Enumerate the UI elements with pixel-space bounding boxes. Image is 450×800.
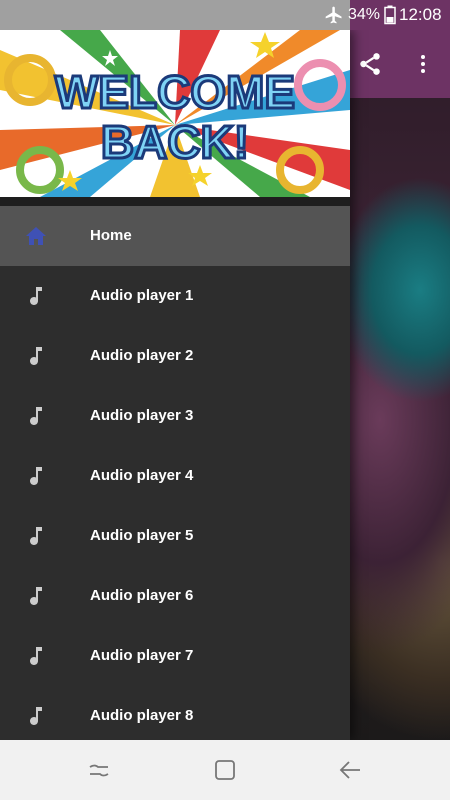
home-icon — [26, 227, 46, 245]
music-note-icon — [30, 707, 42, 725]
battery-icon — [384, 0, 396, 30]
recents-button[interactable] — [74, 740, 124, 800]
music-note-icon — [30, 407, 42, 425]
navigation-drawer: WELCOME BACK! Home Audio player 1 Audio … — [0, 30, 350, 740]
nav-item-label: Audio player 3 — [90, 407, 194, 424]
welcome-back-banner: WELCOME BACK! — [0, 30, 350, 197]
more-vert-icon — [421, 55, 425, 73]
nav-item-label: Audio player 4 — [90, 467, 194, 484]
back-arrow-icon — [339, 761, 360, 779]
nav-item-label: Audio player 2 — [90, 347, 194, 364]
nav-item-audio-player-7[interactable]: Audio player 7 — [0, 626, 350, 686]
clock: 12:08 — [399, 5, 442, 24]
nav-item-label: Audio player 6 — [90, 587, 194, 604]
nav-item-home[interactable]: Home — [0, 206, 350, 266]
nav-item-audio-player-1[interactable]: Audio player 1 — [0, 266, 350, 326]
recents-icon — [89, 764, 109, 777]
nav-item-audio-player-2[interactable]: Audio player 2 — [0, 326, 350, 386]
nav-item-audio-player-4[interactable]: Audio player 4 — [0, 446, 350, 506]
share-button[interactable] — [350, 30, 390, 98]
nav-item-audio-player-3[interactable]: Audio player 3 — [0, 386, 350, 446]
back-button[interactable] — [325, 740, 375, 800]
more-options-button[interactable] — [403, 30, 443, 98]
system-navigation-bar — [0, 740, 450, 800]
battery-percentage: 34% — [348, 6, 381, 23]
drawer-menu: Home Audio player 1 Audio player 2 Audio… — [0, 206, 350, 746]
nav-item-label: Home — [90, 227, 132, 244]
drawer-divider — [0, 197, 350, 206]
banner-line-1: WELCOME — [55, 66, 295, 118]
music-note-icon — [30, 647, 42, 665]
music-note-icon — [30, 587, 42, 605]
nav-item-audio-player-6[interactable]: Audio player 6 — [0, 566, 350, 626]
home-square-icon — [215, 760, 235, 780]
nav-item-audio-player-8[interactable]: Audio player 8 — [0, 686, 350, 746]
nav-item-label: Audio player 7 — [90, 647, 194, 664]
status-bar: 34% 12:08 — [0, 0, 450, 30]
status-bar-scrim — [0, 0, 350, 30]
music-note-icon — [30, 467, 42, 485]
airplane-mode-icon — [324, 0, 344, 30]
nav-item-audio-player-5[interactable]: Audio player 5 — [0, 506, 350, 566]
screen: 34% 12:08 WELCOME BACK! Home Audio playe… — [0, 0, 450, 800]
music-note-icon — [30, 347, 42, 365]
share-icon — [360, 53, 380, 75]
music-note-icon — [30, 527, 42, 545]
music-note-icon — [30, 287, 42, 305]
nav-item-label: Audio player 8 — [90, 707, 194, 724]
banner-line-2: BACK! — [101, 116, 249, 168]
home-button[interactable] — [200, 740, 250, 800]
nav-item-label: Audio player 5 — [90, 527, 194, 544]
nav-item-label: Audio player 1 — [90, 287, 194, 304]
